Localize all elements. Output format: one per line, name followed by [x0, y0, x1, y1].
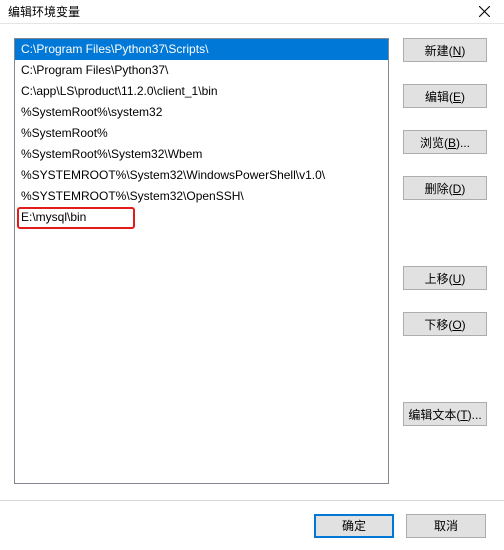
ok-button[interactable]: 确定 — [314, 514, 394, 538]
close-icon[interactable] — [464, 0, 504, 23]
browse-button[interactable]: 浏览(B)... — [403, 130, 487, 154]
delete-button[interactable]: 删除(D) — [403, 176, 487, 200]
dialog-footer: 确定 取消 — [0, 500, 504, 550]
moveup-button[interactable]: 上移(U) — [403, 266, 487, 290]
titlebar: 编辑环境变量 — [0, 0, 504, 24]
list-item[interactable]: C:\app\LS\product\11.2.0\client_1\bin — [15, 81, 388, 102]
edittext-button[interactable]: 编辑文本(T)... — [403, 402, 487, 426]
list-item[interactable]: %SYSTEMROOT%\System32\OpenSSH\ — [15, 186, 388, 207]
list-item[interactable]: %SystemRoot% — [15, 123, 388, 144]
list-item[interactable]: %SYSTEMROOT%\System32\WindowsPowerShell\… — [15, 165, 388, 186]
movedown-button[interactable]: 下移(O) — [403, 312, 487, 336]
button-column: 新建(N) 编辑(E) 浏览(B)... 删除(D) 上移(U) 下移(O) 编… — [403, 38, 487, 484]
cancel-button[interactable]: 取消 — [406, 514, 486, 538]
edit-button[interactable]: 编辑(E) — [403, 84, 487, 108]
list-item[interactable]: C:\Program Files\Python37\Scripts\ — [15, 39, 388, 60]
window-title: 编辑环境变量 — [8, 3, 80, 20]
new-button[interactable]: 新建(N) — [403, 38, 487, 62]
path-listbox[interactable]: C:\Program Files\Python37\Scripts\ C:\Pr… — [14, 38, 389, 484]
list-item[interactable]: %SystemRoot%\system32 — [15, 102, 388, 123]
dialog-body: C:\Program Files\Python37\Scripts\ C:\Pr… — [0, 24, 504, 492]
list-item[interactable]: %SystemRoot%\System32\Wbem — [15, 144, 388, 165]
list-item[interactable]: E:\mysql\bin — [15, 207, 388, 228]
list-item[interactable]: C:\Program Files\Python37\ — [15, 60, 388, 81]
